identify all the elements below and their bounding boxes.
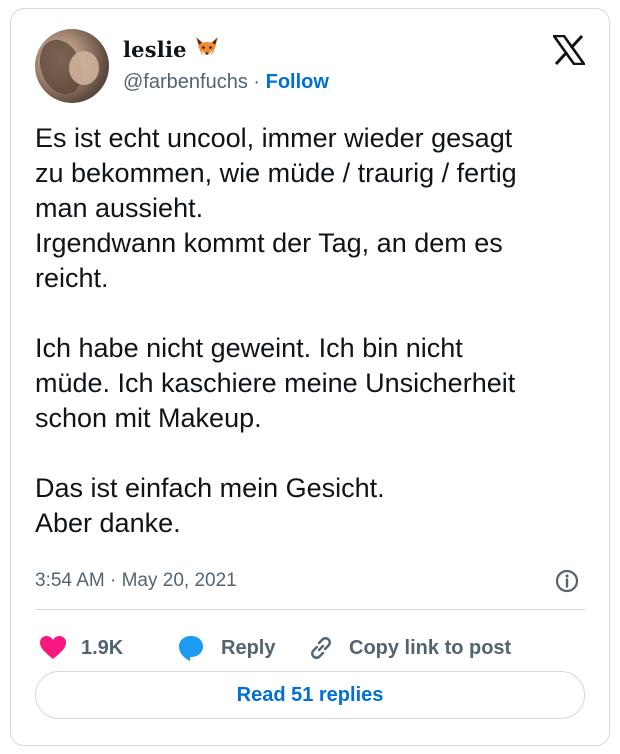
- reply-bubble-icon: [179, 636, 203, 661]
- avatar[interactable]: [35, 29, 109, 103]
- avatar-face: [69, 51, 99, 85]
- like-count: 1.9K: [81, 636, 124, 659]
- read-replies-button[interactable]: Read 51 replies: [35, 671, 585, 719]
- tweet-text: Es ist echt uncool, immer wieder gesagt …: [35, 123, 517, 538]
- like-button[interactable]: 1.9K: [39, 631, 123, 665]
- author-handle[interactable]: @farbenfuchs: [123, 71, 248, 93]
- x-logo-icon[interactable]: [553, 35, 585, 65]
- copy-link-button[interactable]: Copy link to post: [307, 631, 511, 665]
- fox-face-icon: [196, 37, 218, 58]
- handle-separator: ·: [247, 71, 266, 93]
- reply-label: Reply: [221, 636, 276, 659]
- info-icon[interactable]: [555, 569, 579, 593]
- action-bar: 1.9K Reply Copy link to post: [35, 631, 595, 665]
- heart-icon: [40, 636, 66, 659]
- tweet-timestamp[interactable]: 3:54 AM · May 20, 2021: [35, 570, 237, 592]
- link-icon: [311, 637, 331, 659]
- copy-link-label: Copy link to post: [349, 636, 512, 659]
- follow-button[interactable]: Follow: [266, 71, 329, 93]
- reply-button[interactable]: Reply: [177, 631, 275, 665]
- author-display-name[interactable]: leslie: [123, 37, 187, 62]
- divider: [35, 609, 585, 610]
- author-handle-row: @farbenfuchs · Follow: [123, 71, 329, 94]
- tweet-card: leslie @farbenfuchs · Follow Es ist echt…: [10, 8, 610, 746]
